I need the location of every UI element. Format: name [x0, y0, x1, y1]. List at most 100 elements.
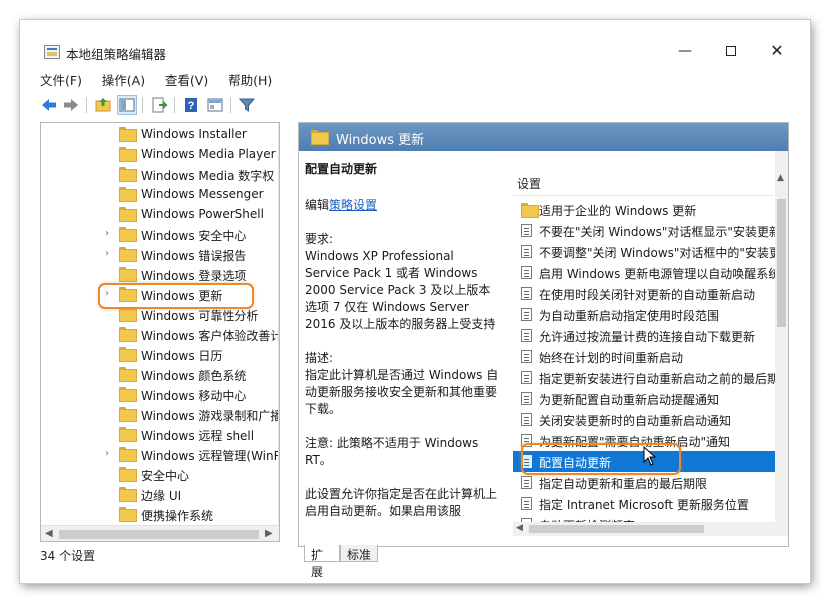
tree-item[interactable]: › Windows 错误报告: [41, 244, 278, 264]
policy-setting-icon: [521, 245, 532, 261]
settings-folder-item[interactable]: 适用于企业的 Windows 更新: [513, 199, 775, 220]
help-icon[interactable]: ?: [182, 96, 200, 114]
tree-item[interactable]: Windows 远程 shell: [41, 424, 278, 444]
policy-setting-label: 指定更新安装进行自动重新启动之前的最后期: [539, 372, 780, 386]
up-folder-icon[interactable]: [94, 96, 112, 114]
folder-icon: [119, 367, 137, 383]
policy-setting-row[interactable]: 允许通过按流量计费的连接自动下载更新: [513, 325, 775, 346]
menu-action[interactable]: 操作(A): [102, 70, 145, 89]
tree-item[interactable]: 安全中心: [41, 464, 278, 484]
tab-standard[interactable]: 标准: [340, 545, 378, 562]
show-hide-tree-icon[interactable]: [117, 95, 137, 115]
settings-horizontal-scrollbar[interactable]: ◀: [513, 522, 788, 536]
menu-file[interactable]: 文件(F): [40, 70, 82, 89]
scrollbar-thumb[interactable]: [777, 199, 786, 327]
tree-item-label: Windows 可靠性分析: [141, 309, 259, 323]
filter-icon[interactable]: [238, 96, 256, 114]
policy-setting-row[interactable]: 始终在计划的时间重新启动: [513, 346, 775, 367]
tree-item[interactable]: Windows 移动中心: [41, 384, 278, 404]
policy-setting-row[interactable]: 在使用时段关闭针对更新的自动重新启动: [513, 283, 775, 304]
tree-item[interactable]: › Windows 远程管理(WinR: [41, 444, 278, 464]
policy-setting-row[interactable]: 不要调整"关闭 Windows"对话框中的"安装更: [513, 241, 781, 262]
folder-icon: [119, 507, 137, 523]
policy-setting-row[interactable]: 为更新配置自动重新启动提醒通知: [513, 388, 775, 409]
scrollbar-thumb[interactable]: [529, 525, 704, 533]
folder-icon: [119, 307, 137, 323]
folder-icon: [119, 407, 137, 423]
tree-item[interactable]: Windows 日历: [41, 344, 278, 364]
tree-item[interactable]: Windows 游戏录制和广播: [41, 404, 278, 424]
folder-icon: [119, 227, 137, 243]
policy-setting-label: 允许通过按流量计费的连接自动下载更新: [539, 330, 756, 344]
tree-item-label: Windows 错误报告: [141, 249, 247, 263]
settings-column-header[interactable]: 设置: [517, 175, 541, 192]
minimize-button[interactable]: —: [662, 38, 708, 64]
tree-item-label: Windows Media 数字权: [141, 169, 275, 183]
details-header: Windows 更新: [299, 123, 788, 151]
menu-help[interactable]: 帮助(H): [228, 70, 272, 89]
tree-item[interactable]: Windows Media 数字权: [41, 164, 278, 184]
policy-setting-row[interactable]: 指定更新安装进行自动重新启动之前的最后期: [513, 367, 779, 388]
policy-setting-label: 在使用时段关闭针对更新的自动重新启动: [539, 288, 756, 302]
scroll-right-icon[interactable]: ▶: [265, 528, 273, 539]
tree-horizontal-scrollbar[interactable]: ◀ ▶: [41, 525, 279, 541]
folder-icon: [119, 327, 137, 343]
edit-policy-line: 编辑策略设置: [305, 197, 499, 214]
policy-setting-icon: [521, 266, 532, 282]
tree-item[interactable]: Windows Media Player: [41, 144, 278, 164]
tab-extended[interactable]: 扩展: [304, 545, 340, 579]
policy-setting-row[interactable]: 关闭安装更新时的自动重新启动通知: [513, 409, 775, 430]
tree-item[interactable]: Windows 登录选项: [41, 264, 278, 284]
tree-item[interactable]: Windows Messenger: [41, 184, 278, 204]
policy-setting-row[interactable]: 启用 Windows 更新电源管理以自动唤醒系统: [513, 262, 780, 283]
tree-item-label: Windows PowerShell: [141, 207, 264, 221]
scrollbar-thumb[interactable]: [59, 530, 259, 539]
expand-chevron-icon[interactable]: ›: [105, 248, 115, 259]
scroll-up-icon[interactable]: ▲: [777, 173, 784, 183]
tree-item[interactable]: Windows Installer: [41, 124, 278, 144]
toolbar: ?: [40, 94, 800, 118]
settings-vertical-scrollbar[interactable]: ▲: [775, 151, 788, 531]
forward-arrow-icon[interactable]: [62, 96, 80, 114]
policy-title: 配置自动更新: [305, 162, 378, 176]
folder-icon: [119, 127, 137, 143]
maximize-button[interactable]: [708, 38, 754, 64]
export-list-icon[interactable]: [150, 96, 168, 114]
expand-chevron-icon[interactable]: ›: [105, 228, 115, 239]
tree-item-label: Windows Messenger: [141, 187, 264, 201]
description-scrollbar[interactable]: [501, 151, 513, 531]
tree-item-label: 便携操作系统: [141, 509, 214, 523]
policy-setting-icon: [521, 350, 532, 366]
more-text: 此设置允许你指定是否在此计算机上启用自动更新。如果启用该服: [305, 487, 498, 518]
tree-item[interactable]: Windows PowerShell: [41, 204, 278, 224]
extended-view-icon[interactable]: [206, 96, 224, 114]
back-arrow-icon[interactable]: [40, 96, 58, 114]
tree-item[interactable]: 便携操作系统: [41, 504, 278, 524]
policy-setting-row[interactable]: 为自动重新启动指定使用时段范围: [513, 304, 775, 325]
expand-chevron-icon[interactable]: ›: [105, 448, 115, 459]
policy-setting-row[interactable]: 指定自动更新和重启的最后期限: [513, 472, 775, 493]
details-pane: Windows 更新 配置自动更新 编辑策略设置 要求: Windows XP …: [298, 122, 789, 547]
toolbar-separator: [230, 97, 231, 113]
svg-text:?: ?: [188, 100, 195, 112]
tree-item-label: Windows 客户体验改善计: [141, 329, 278, 343]
policy-setting-icon: [521, 371, 532, 387]
menu-view[interactable]: 查看(V): [165, 70, 208, 89]
policy-setting-icon: [521, 497, 532, 513]
edit-policy-link[interactable]: 策略设置: [329, 198, 377, 212]
toolbar-separator: [142, 97, 143, 113]
tree-vertical-divider: [278, 123, 279, 525]
tree-item[interactable]: Windows 颜色系统: [41, 364, 278, 384]
tree-item[interactable]: › Windows 安全中心: [41, 224, 278, 244]
tree-item[interactable]: Windows 客户体验改善计: [41, 324, 278, 344]
policy-setting-row[interactable]: 不要在"关闭 Windows"对话框显示"安装更新: [513, 220, 781, 241]
policy-setting-icon: [521, 329, 532, 345]
scroll-left-icon[interactable]: ◀: [516, 523, 523, 533]
tree-item[interactable]: 边缘 UI: [41, 484, 278, 504]
edit-prefix: 编辑: [305, 198, 330, 212]
policy-setting-row[interactable]: 指定 Intranet Microsoft 更新服务位置: [513, 493, 775, 514]
setting-highlight-annotation: [521, 443, 681, 475]
scroll-left-icon[interactable]: ◀: [45, 528, 53, 539]
details-header-title: Windows 更新: [336, 133, 425, 148]
close-button[interactable]: ✕: [754, 38, 800, 64]
